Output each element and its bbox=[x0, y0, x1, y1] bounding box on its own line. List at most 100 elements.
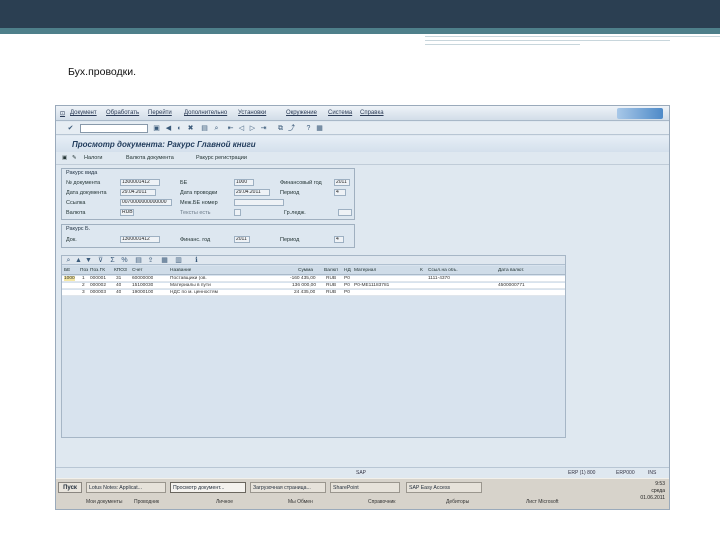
cell: 40 bbox=[116, 290, 122, 295]
doc-date-field[interactable]: 29.04.2011 bbox=[120, 189, 156, 196]
reference-field[interactable]: 0070000000000000 bbox=[120, 199, 172, 206]
quicklaunch-item[interactable]: Мы Обмен bbox=[288, 497, 313, 507]
doc-number-field[interactable]: 1300001412 bbox=[120, 179, 160, 186]
help-icon[interactable]: ? bbox=[304, 124, 313, 133]
quicklaunch-item[interactable]: Мои документы bbox=[86, 497, 122, 507]
cell: Р0-МЕ11183781 bbox=[354, 283, 390, 288]
client-info[interactable]: ERP000 bbox=[616, 470, 635, 476]
col-header[interactable]: НД bbox=[344, 268, 351, 273]
enter-icon[interactable]: ✔ bbox=[66, 124, 75, 133]
col-header[interactable]: Счет bbox=[132, 268, 143, 273]
input-mode[interactable]: INS bbox=[648, 470, 656, 476]
layout-icon[interactable]: ▦ bbox=[160, 256, 169, 265]
fiscal-year-field[interactable]: 2011 bbox=[234, 236, 250, 243]
next-page-icon[interactable]: ▷ bbox=[248, 124, 257, 133]
taskbar-item-active[interactable]: Просмотр документ... bbox=[170, 482, 246, 493]
system-info[interactable]: ERP (1) 800 bbox=[568, 470, 595, 476]
col-header[interactable]: Валют bbox=[324, 268, 338, 273]
cell: 1000 bbox=[64, 276, 75, 281]
col-header[interactable]: Сумма bbox=[298, 268, 313, 273]
table-row[interactable]: 3 000003 40 19000100 НДС по м. ценностям… bbox=[62, 290, 565, 296]
print-icon[interactable]: ▤ bbox=[134, 256, 143, 265]
ledger-group-field[interactable] bbox=[338, 209, 352, 216]
texts-exist-checkbox[interactable] bbox=[234, 209, 241, 216]
col-header[interactable]: КПОЗ bbox=[114, 268, 127, 273]
menu-item-settings[interactable]: Установки bbox=[238, 110, 266, 116]
command-field[interactable] bbox=[80, 124, 148, 133]
cell: RUB bbox=[326, 283, 337, 288]
fiscal-year-field[interactable]: 2011 bbox=[334, 179, 350, 186]
subtotal-icon[interactable]: % bbox=[120, 256, 129, 265]
layout-icon[interactable]: ▦ bbox=[315, 124, 324, 133]
sum-icon[interactable]: Σ bbox=[108, 256, 117, 265]
quicklaunch-item[interactable]: Личное bbox=[216, 497, 233, 507]
info-icon[interactable]: ℹ bbox=[192, 256, 201, 265]
doc-date-label: Дата документа bbox=[66, 190, 107, 196]
clock-day: среда bbox=[651, 488, 665, 494]
filter-icon[interactable]: ⊽ bbox=[96, 256, 105, 265]
taskbar-item[interactable]: Lotus Notes: Applicat... bbox=[86, 482, 166, 493]
change-icon[interactable]: ✎ bbox=[72, 155, 77, 161]
new-session-icon[interactable]: ⧉ bbox=[276, 124, 285, 133]
menu-icon[interactable]: ⊡ bbox=[60, 110, 65, 117]
taskbar-item[interactable]: Загрузочная страница... bbox=[250, 482, 326, 493]
col-header[interactable]: Дата валют. bbox=[498, 268, 524, 273]
col-header[interactable]: Название bbox=[170, 268, 191, 273]
cancel-icon[interactable]: ✖ bbox=[186, 124, 195, 133]
menu-item-extras[interactable]: Дополнительно bbox=[184, 110, 227, 116]
currency-field[interactable]: RUB bbox=[120, 209, 134, 216]
menu-item-edit[interactable]: Обработать bbox=[106, 110, 139, 116]
menu-item-goto[interactable]: Перейти bbox=[148, 110, 172, 116]
col-header[interactable]: Поз bbox=[80, 268, 88, 273]
select-layout-icon[interactable]: ▥ bbox=[174, 256, 183, 265]
shortcut-icon[interactable]: ⤴ bbox=[287, 124, 296, 133]
quicklaunch-item[interactable]: Лист Microsoft bbox=[526, 497, 559, 507]
col-header[interactable]: Поз.ГК bbox=[90, 268, 105, 273]
doc-field[interactable]: 1300001412 bbox=[120, 236, 160, 243]
company-code-field[interactable]: 1000 bbox=[234, 179, 254, 186]
company-code-label: БЕ bbox=[180, 180, 188, 186]
display-icon[interactable]: ▣ bbox=[62, 155, 67, 161]
details-icon[interactable]: ⌕ bbox=[64, 256, 73, 265]
sort-desc-icon[interactable]: ▼ bbox=[84, 256, 93, 265]
save-icon[interactable]: ▣ bbox=[152, 124, 161, 133]
col-header[interactable]: Материал bbox=[354, 268, 376, 273]
period-field[interactable]: 4 bbox=[334, 189, 346, 196]
col-header[interactable]: Ссыл.на объ. bbox=[428, 268, 458, 273]
posting-date-field[interactable]: 29.04.2011 bbox=[234, 189, 270, 196]
find-icon[interactable]: ⌕ bbox=[212, 124, 221, 133]
slide-header-stripe bbox=[0, 28, 720, 34]
table-row[interactable]: 1000 1 000001 31 60000000 Поставщики (ов… bbox=[62, 276, 565, 282]
quicklaunch-item[interactable]: Справочник bbox=[368, 497, 396, 507]
cell: Р0 bbox=[344, 290, 350, 295]
reference-label: Ссылка bbox=[66, 200, 86, 206]
menu-item-document[interactable]: Документ bbox=[70, 110, 97, 116]
sap-window: ⊡ Документ Обработать Перейти Дополнител… bbox=[55, 105, 670, 510]
cell: 2 bbox=[82, 283, 85, 288]
back-icon[interactable]: ◀ bbox=[164, 124, 173, 133]
print-icon[interactable]: ▤ bbox=[200, 124, 209, 133]
col-header[interactable]: БЕ bbox=[64, 268, 70, 273]
system-clock[interactable]: 9:53 среда 01.06.2011 bbox=[635, 481, 665, 502]
quicklaunch-item[interactable]: Проводник bbox=[134, 497, 159, 507]
menu-item-help[interactable]: Справка bbox=[360, 110, 384, 116]
taskbar-item[interactable]: SAP Easy Access bbox=[406, 482, 482, 493]
entry-view-button[interactable]: Ракурс регистрации bbox=[196, 155, 247, 161]
start-button[interactable]: Пуск bbox=[58, 482, 82, 493]
prev-page-icon[interactable]: ◁ bbox=[237, 124, 246, 133]
sort-asc-icon[interactable]: ▲ bbox=[74, 256, 83, 265]
exit-icon[interactable]: ◐ bbox=[175, 124, 184, 133]
menu-item-environment[interactable]: Окружение bbox=[286, 110, 317, 116]
doc-currency-button[interactable]: Валюта документа bbox=[126, 155, 174, 161]
table-row[interactable]: 2 000002 40 15100030 Материалы в пути 13… bbox=[62, 283, 565, 289]
export-icon[interactable]: ⇪ bbox=[146, 256, 155, 265]
cross-company-field[interactable] bbox=[234, 199, 284, 206]
col-header[interactable]: К bbox=[420, 268, 423, 273]
first-page-icon[interactable]: ⇤ bbox=[226, 124, 235, 133]
taxes-button[interactable]: Налоги bbox=[84, 155, 102, 161]
period-field[interactable]: 4 bbox=[334, 236, 344, 243]
last-page-icon[interactable]: ⇥ bbox=[259, 124, 268, 133]
taskbar-item[interactable]: SharePoint bbox=[330, 482, 400, 493]
menu-item-system[interactable]: Система bbox=[328, 110, 352, 116]
quicklaunch-item[interactable]: Дебиторы bbox=[446, 497, 469, 507]
